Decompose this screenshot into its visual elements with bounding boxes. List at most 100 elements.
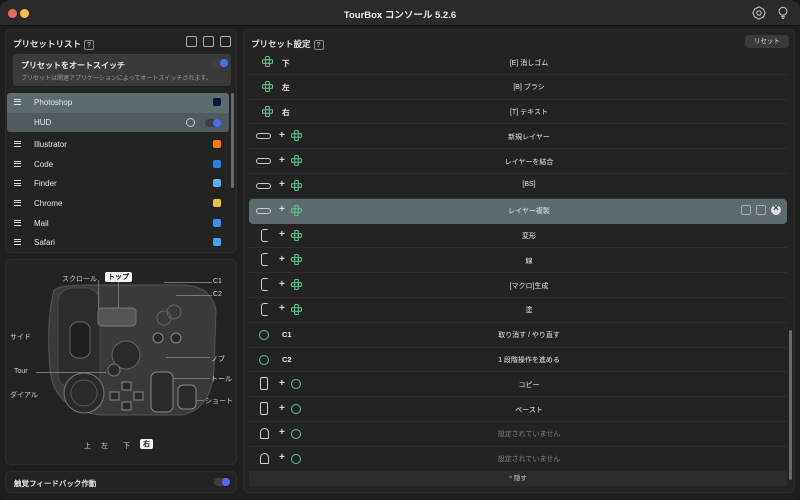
settings-gear-icon[interactable] [752, 6, 766, 20]
drag-handle-icon[interactable] [14, 141, 21, 148]
setting-row[interactable]: 下 [E] 消しゴム [249, 50, 787, 75]
title-bar: TourBox コンソール 5.2.6 [0, 0, 800, 26]
plus-sign: + [279, 402, 285, 414]
button-circle-icon [291, 379, 301, 390]
action-label: [マクロ]生成 [509, 282, 549, 290]
photoshop-app-icon [213, 98, 221, 106]
button-circle-icon [291, 404, 301, 415]
setting-row[interactable]: + 設定されていません [249, 447, 787, 472]
action-label: 1 段階操作を進める [498, 357, 560, 365]
label-tall: トール [211, 376, 232, 383]
setting-row[interactable]: + ペースト [249, 397, 787, 422]
preset-item-photoshop[interactable]: Photoshop [7, 93, 229, 113]
label-short: ショート [205, 398, 233, 405]
close-icon[interactable] [771, 203, 781, 215]
add-preset-icon[interactable] [220, 36, 231, 47]
dpad-icon [291, 179, 302, 191]
export-preset-icon[interactable] [186, 36, 197, 47]
preset-item-label: Safari [34, 238, 55, 248]
preset-item-label: HUD [34, 117, 52, 127]
mail-app-icon [213, 218, 221, 227]
label-dial: ダイアル [10, 392, 38, 399]
hud-toggle[interactable] [205, 118, 221, 127]
label-down: 下 [123, 443, 130, 450]
setting-row[interactable]: + 設定されていません [249, 422, 787, 447]
button-circle-icon [291, 428, 301, 439]
gear-icon[interactable] [186, 117, 195, 127]
settings-scrollbar[interactable] [789, 330, 792, 480]
setting-row[interactable]: C1 取り消す / やり直す [249, 323, 787, 348]
setting-row[interactable]: + レイヤーを結合 [249, 149, 787, 174]
plus-sign: + [279, 303, 285, 315]
safari-app-icon [213, 238, 221, 247]
side-button-icon [261, 302, 268, 316]
auto-switch-toggle[interactable] [212, 59, 228, 67]
duplicate-icon[interactable] [756, 204, 766, 215]
plus-sign: + [279, 229, 285, 241]
preset-item-safari[interactable]: Safari [7, 233, 229, 253]
dpad-icon [291, 204, 302, 216]
tour-button-icon [256, 133, 271, 140]
finder-app-icon [213, 179, 221, 188]
setting-row[interactable]: 左 [B] ブラシ [249, 75, 787, 100]
drag-handle-icon[interactable] [14, 180, 21, 187]
action-label: 新規レイヤー [508, 133, 550, 141]
button-circle-icon [259, 354, 269, 365]
preset-item-mail[interactable]: Mail [7, 214, 229, 234]
preset-item-finder[interactable]: Finder [7, 174, 229, 194]
reset-button[interactable]: リセット [745, 35, 789, 48]
label-c1: C1 [213, 278, 222, 285]
drag-handle-icon[interactable] [14, 239, 21, 246]
preset-item-code[interactable]: Code [7, 155, 229, 175]
preset-item-hud[interactable]: HUD [7, 112, 229, 133]
setting-row[interactable]: + コピー [249, 372, 787, 398]
preset-item-label: Code [34, 159, 54, 169]
setting-row[interactable]: + 線 [249, 248, 787, 274]
preset-list-scrollbar[interactable] [231, 93, 234, 188]
tall-button-icon [260, 402, 268, 416]
top-leader-line [118, 282, 119, 308]
side-button-icon [261, 228, 268, 242]
hide-button[interactable]: ^ 隠す [249, 471, 787, 486]
tour-leader-line [36, 372, 106, 373]
label-side: サイド [10, 334, 31, 341]
button-circle-icon [291, 453, 301, 464]
input-name: 左 [282, 83, 290, 93]
label-tour: Tour [14, 368, 28, 375]
input-name: C2 [282, 355, 292, 365]
preset-item-label: Finder [34, 179, 57, 189]
dpad-icon [262, 105, 273, 117]
setting-row[interactable]: + [マクロ]生成 [249, 273, 787, 298]
preset-item-illustrator[interactable]: Illustrator [7, 135, 229, 155]
drag-handle-icon[interactable] [14, 99, 21, 105]
dpad-icon [262, 80, 273, 92]
import-preset-icon[interactable] [203, 36, 214, 47]
haptic-feedback-toggle[interactable] [214, 478, 230, 486]
setting-row[interactable]: + レイヤー複製 [249, 198, 787, 224]
help-icon[interactable]: ? [313, 39, 324, 50]
label-c2: C2 [213, 291, 222, 298]
label-up: 上 [84, 443, 91, 450]
setting-row[interactable]: + 塗 [249, 298, 787, 323]
drag-handle-icon[interactable] [14, 160, 21, 167]
dpad-icon [291, 279, 302, 291]
setting-row[interactable]: + 変形 [249, 224, 787, 249]
setting-row[interactable]: 右 [T] テキスト [249, 100, 787, 125]
drag-handle-icon[interactable] [14, 199, 21, 206]
drag-handle-icon[interactable] [14, 219, 21, 226]
help-icon[interactable]: ? [84, 39, 95, 50]
dpad-icon [291, 229, 302, 241]
setting-row[interactable]: + [BS] [249, 174, 787, 199]
plus-sign: + [279, 377, 285, 389]
setting-row[interactable]: + 新規レイヤー [249, 124, 787, 150]
preset-item-chrome[interactable]: Chrome [7, 194, 229, 214]
settings-rows: 下 [E] 消しゴム左 [B] ブラシ右 [T] テキスト + 新規レイヤー + レイヤーを結… [249, 50, 787, 472]
window-title: TourBox コンソール 5.2.6 [343, 10, 457, 21]
tourbox-device-illustration [48, 284, 217, 416]
input-name: C1 [282, 330, 292, 340]
setting-row[interactable]: C2 1 段階操作を進める [249, 348, 787, 373]
edit-icon[interactable] [741, 204, 751, 215]
lightbulb-icon[interactable] [776, 6, 790, 20]
preset-settings-panel: プリセット設定? リセット 下 [E] 消しゴム左 [B] ブラシ右 [T] テキスト… [243, 29, 795, 493]
vscode-app-icon [213, 159, 221, 168]
